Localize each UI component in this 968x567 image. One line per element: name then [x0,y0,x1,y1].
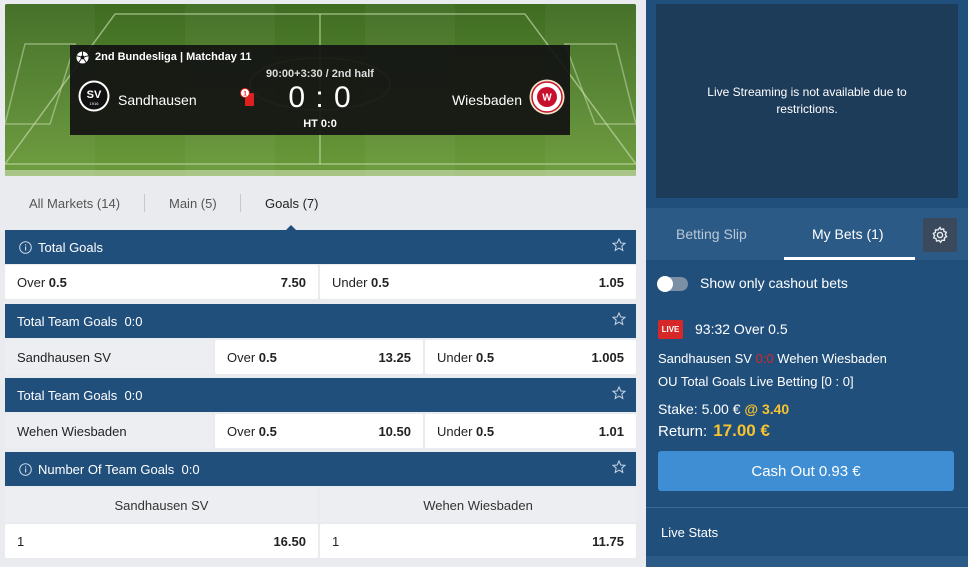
live-stats-bar [646,556,968,567]
settings-button[interactable] [923,218,957,252]
info-icon[interactable] [19,240,32,254]
selection-label: Under 0.5 [437,349,495,365]
market-title: Total Team Goals 0:0 [17,313,143,329]
selection-under[interactable]: Under 0.5 1.05 [320,265,636,299]
svg-text:W: W [542,93,552,104]
team-row-label: Sandhausen SV [5,340,213,374]
tab-divider [240,194,241,212]
selection-odds: 11.75 [592,533,624,549]
bet-market: OU Total Goals Live Betting [0 : 0] [658,374,854,389]
cash-out-button[interactable]: Cash Out 0.93 € [658,451,954,491]
live-stats-link[interactable]: Live Stats [661,525,718,540]
bet-return-amount: 17.00 € [713,421,770,440]
bet-selection: 93:32 Over 0.5 [695,321,788,337]
market-header-team-goals-home[interactable]: Total Team Goals 0:0 [5,304,636,338]
selection-over[interactable]: Over 0.5 7.50 [5,265,318,299]
cashout-toggle-label: Show only cashout bets [700,275,848,291]
cashout-only-toggle[interactable] [657,276,688,292]
selection-over[interactable]: Over 0.5 10.50 [215,414,423,448]
selection-odds: 1.005 [591,349,624,365]
selection-label: Over 0.5 [17,274,67,290]
toggle-knob [657,276,673,292]
selection-label: 1 [17,533,25,549]
market-header-total-goals[interactable]: Total Goals [5,230,636,264]
selection-odds: 16.50 [273,533,306,549]
wiesbaden-logo-icon: W [529,79,565,115]
selection-away-goals[interactable]: 1 11.75 [320,524,636,558]
tab-goals[interactable]: Goals (7) [265,196,318,211]
selection-label: Under 0.5 [332,274,390,290]
market-header-team-goals-away[interactable]: Total Team Goals 0:0 [5,378,636,412]
info-icon[interactable] [19,462,32,476]
league-row: 2nd Bundesliga | Matchday 11 [76,49,252,65]
tab-my-bets[interactable]: My Bets (1) [812,226,884,242]
favorite-star-icon[interactable] [612,238,626,252]
tab-main[interactable]: Main (5) [169,196,217,211]
selection-under[interactable]: Under 0.5 1.01 [425,414,636,448]
selection-home-goals[interactable]: 1 16.50 [5,524,318,558]
favorite-star-icon[interactable] [612,460,626,474]
favorite-star-icon[interactable] [612,312,626,326]
tab-betting-slip[interactable]: Betting Slip [676,226,747,242]
bet-slip-tabs: Betting Slip My Bets (1) [646,208,968,260]
gear-icon [932,226,948,244]
market-tabs: All Markets (14) Main (5) Goals (7) [5,176,636,231]
selection-odds: 13.25 [378,349,411,365]
market-title: Total Goals [38,239,104,255]
bet-match-score: 0:0 [755,351,774,366]
halftime-score: HT 0:0 [303,118,337,130]
selection-odds: 1.01 [598,423,624,439]
selection-odds: 10.50 [378,423,411,439]
pitch-visual: 2nd Bundesliga | Matchday 11 90:00+3:30 … [5,4,636,176]
selection-odds: 7.50 [280,274,306,290]
scoreboard: 2nd Bundesliga | Matchday 11 90:00+3:30 … [70,45,570,135]
live-stream-panel: Live Streaming is not available due to r… [656,4,958,198]
bet-return: Return: 17.00 € [658,421,770,440]
bet-match: Sandhausen SV 0:0 Wehen Wiesbaden [658,351,887,366]
market-title: Number Of Team Goals 0:0 [38,461,200,477]
selection-under[interactable]: Under 0.5 1.005 [425,340,636,374]
market-title: Total Team Goals 0:0 [17,387,143,403]
league-label: 2nd Bundesliga | Matchday 11 [95,51,252,63]
market-panel: 2nd Bundesliga | Matchday 11 90:00+3:30 … [5,4,636,567]
soccer-ball-icon [76,51,89,63]
match-time: 90:00+3:30 / 2nd half [266,68,374,80]
team-row-label: Wehen Wiesbaden [5,414,213,448]
bet-odds: @ 3.40 [744,401,790,417]
away-team-name: Wiesbaden [451,92,522,108]
selection-odds: 1.05 [598,274,624,290]
divider [646,507,968,508]
selection-label: 1 [332,533,340,549]
selection-label: Over 0.5 [227,423,277,439]
column-header-home: Sandhausen SV [5,488,318,522]
selection-over[interactable]: Over 0.5 13.25 [215,340,423,374]
favorite-star-icon[interactable] [612,386,626,400]
column-header-away: Wehen Wiesbaden [320,488,636,522]
selection-label: Under 0.5 [437,423,495,439]
selection-label: Over 0.5 [227,349,277,365]
active-tab-underline [784,257,915,260]
market-header-number-team-goals[interactable]: Number Of Team Goals 0:0 [5,452,636,486]
tab-all-markets[interactable]: All Markets (14) [29,196,120,211]
tab-divider [144,194,145,212]
sidebar: Live Streaming is not available due to r… [646,0,968,567]
bet-stake: Stake: 5.00 € @ 3.40 [658,401,790,417]
live-badge: LIVE [658,320,683,339]
